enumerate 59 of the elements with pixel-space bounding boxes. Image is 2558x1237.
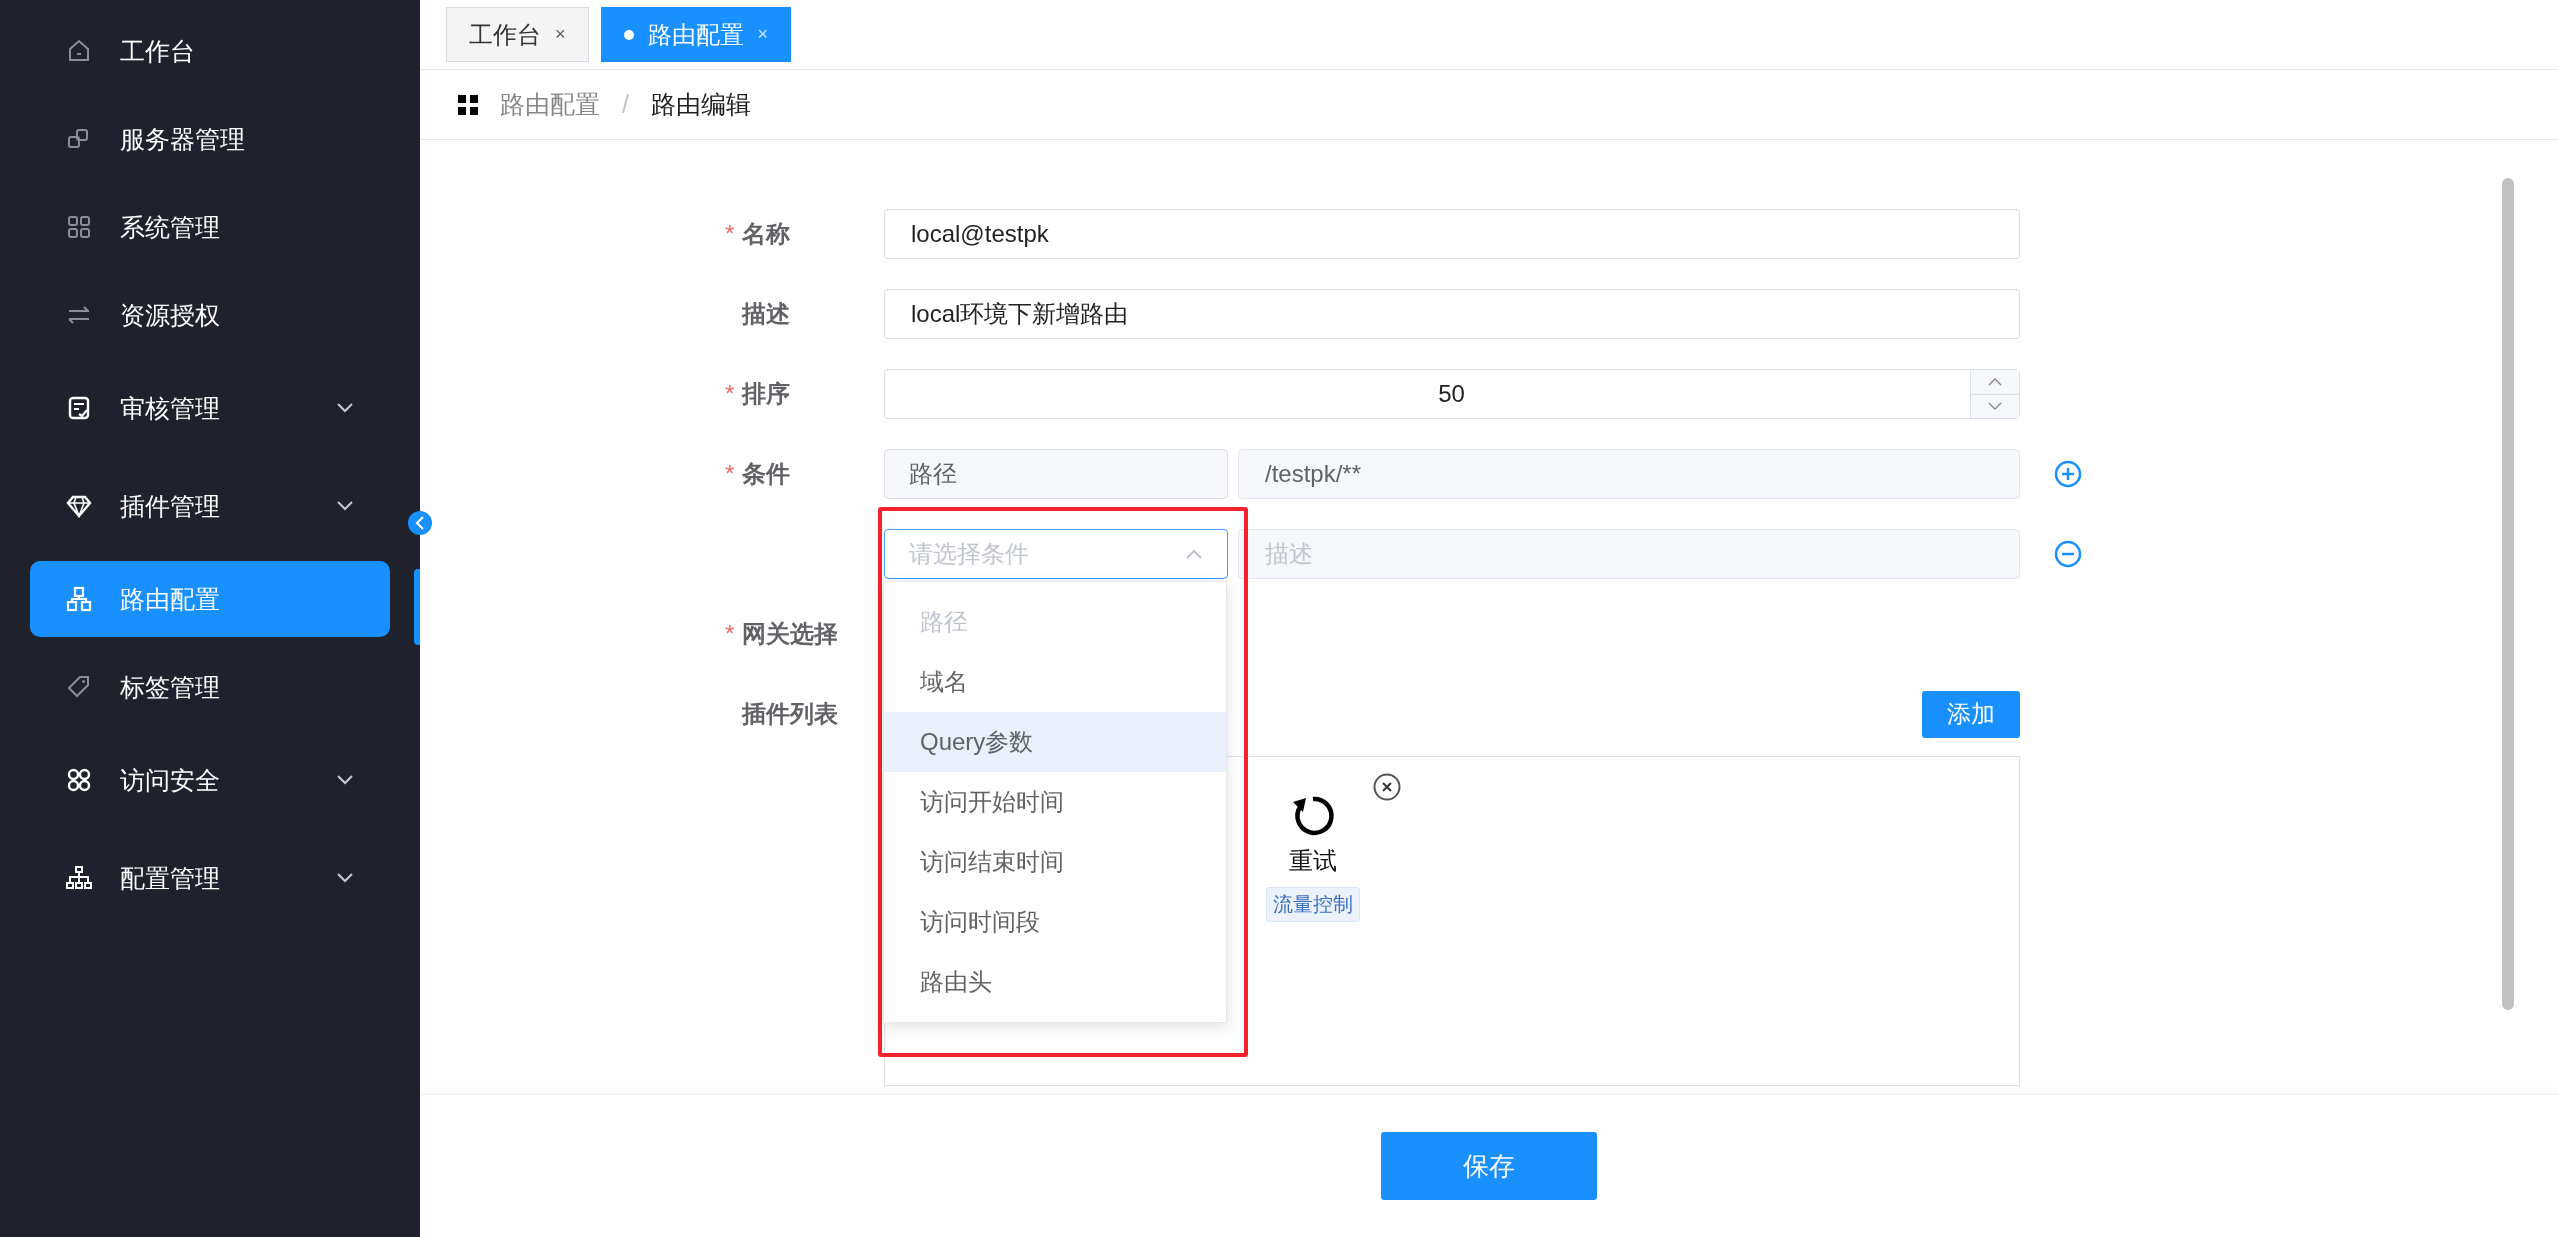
required-asterisk: * xyxy=(725,460,735,487)
field-label: 插件列表 xyxy=(742,699,838,729)
remove-circle-icon[interactable] xyxy=(2054,540,2082,568)
sidebar-item[interactable]: 标签管理 xyxy=(30,649,390,725)
dropdown-option[interactable]: Query参数 xyxy=(884,712,1226,772)
active-dot xyxy=(623,29,634,40)
dropdown-option[interactable]: 域名 xyxy=(884,652,1226,712)
close-icon[interactable] xyxy=(1373,773,1401,801)
field-label: 条件 xyxy=(742,459,790,489)
tag-icon xyxy=(66,674,92,700)
field-label: 描述 xyxy=(742,299,790,329)
chevron-left-icon xyxy=(415,516,425,530)
collapse-button[interactable] xyxy=(408,511,432,535)
dropdown-option[interactable]: 访问结束时间 xyxy=(884,832,1226,892)
plugin-name: 重试 xyxy=(1289,846,1337,876)
scrollbar[interactable] xyxy=(2502,178,2514,1010)
text-input-field[interactable]: local环境下新增路由 xyxy=(884,289,2020,339)
text-input-field[interactable]: local@testpk xyxy=(884,209,2020,259)
diamond-icon xyxy=(66,493,92,519)
chevron-down-icon[interactable] xyxy=(1988,402,2002,411)
field-label: 排序 xyxy=(742,379,790,409)
sitemap-icon xyxy=(66,586,92,612)
grid-icon xyxy=(66,214,92,240)
sidebar-item[interactable]: 配置管理 xyxy=(30,835,390,921)
breadcrumb-item[interactable]: 路由配置 xyxy=(500,88,600,121)
condition-type-select[interactable]: 路径 xyxy=(884,449,1228,499)
breadcrumb-separator: / xyxy=(622,90,629,119)
required-asterisk: * xyxy=(725,220,735,247)
save-button[interactable]: 保存 xyxy=(1381,1132,1597,1200)
tab[interactable]: 路由配置 × xyxy=(600,7,792,62)
org-chart-icon xyxy=(66,865,92,891)
sidebar-item[interactable]: 资源授权 xyxy=(30,277,390,353)
number-input-field[interactable]: 50 xyxy=(884,369,2020,419)
plugin-tag: 流量控制 xyxy=(1266,887,1360,922)
sidebar-item[interactable]: 工作台 xyxy=(30,13,390,89)
sidebar-item[interactable]: 路由配置 xyxy=(30,561,390,637)
dropdown-option[interactable]: 访问时间段 xyxy=(884,892,1226,952)
checklist-icon xyxy=(66,395,92,421)
add-circle-icon[interactable] xyxy=(2054,460,2082,488)
required-asterisk: * xyxy=(725,620,735,647)
home-icon xyxy=(66,38,92,64)
dropdown-option[interactable]: 路由头 xyxy=(884,952,1226,1012)
tab[interactable]: 工作台 × xyxy=(446,7,589,62)
four-circles-icon xyxy=(66,767,92,793)
field-label: 名称 xyxy=(742,219,790,249)
sidebar-item[interactable]: 访问安全 xyxy=(30,737,390,823)
sidebar-item[interactable]: 服务器管理 xyxy=(30,101,390,177)
sidebar-item[interactable]: 审核管理 xyxy=(30,365,390,451)
close-icon[interactable]: × xyxy=(555,24,566,45)
chevron-up-icon[interactable] xyxy=(1988,377,2002,386)
breadcrumb-item: 路由编辑 xyxy=(650,89,751,120)
dropdown-option[interactable]: 访问开始时间 xyxy=(884,772,1226,832)
field-label: 网关选择 xyxy=(742,619,838,649)
add-button[interactable]: 添加 xyxy=(1922,690,2020,738)
sidebar-item[interactable]: 插件管理 xyxy=(30,463,390,549)
grid-icon xyxy=(458,94,478,115)
sidebar-item[interactable]: 系统管理 xyxy=(30,189,390,265)
condition-value-field[interactable]: /testpk/** xyxy=(1238,449,2020,499)
required-asterisk: * xyxy=(725,380,735,407)
